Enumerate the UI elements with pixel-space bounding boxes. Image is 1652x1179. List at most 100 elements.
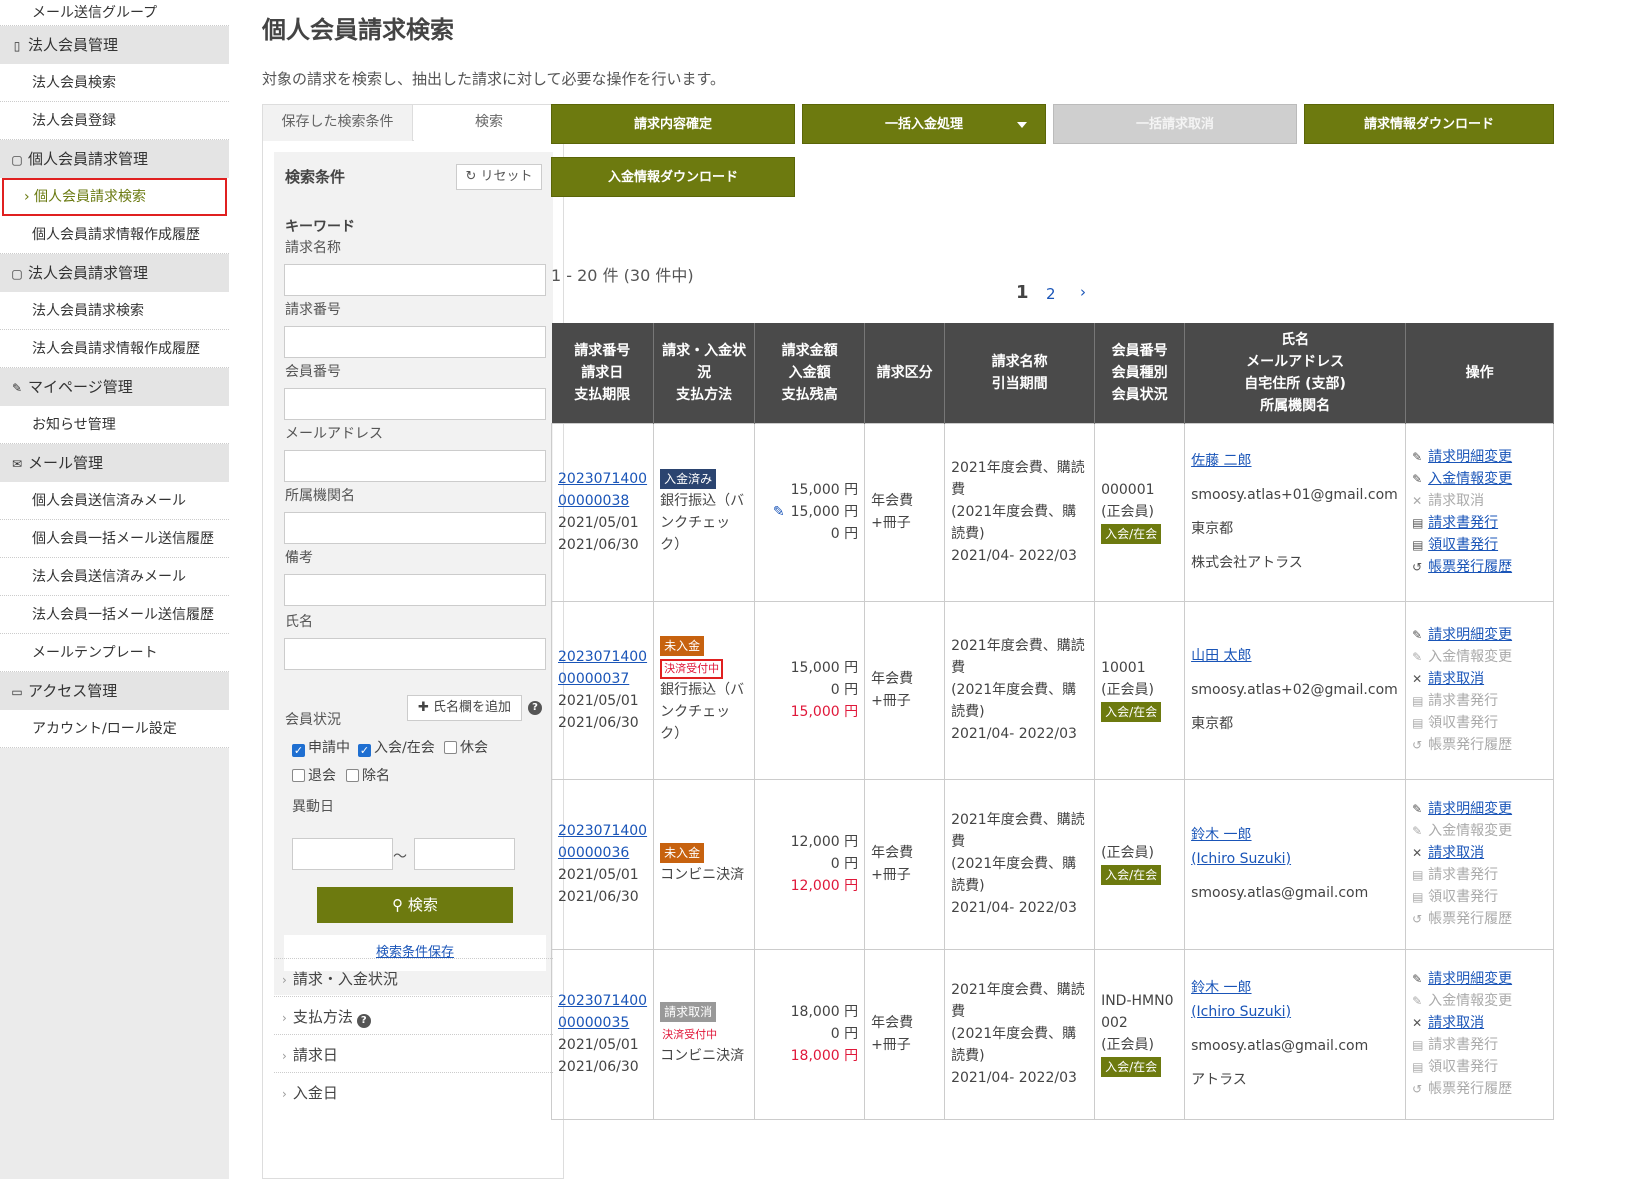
operation-label[interactable]: 請求取消 <box>1428 671 1484 687</box>
operation-label[interactable]: 請求取消 <box>1428 845 1484 861</box>
accordion-0[interactable]: › 請求・入金状況 <box>274 958 553 998</box>
field-label-5: 備考 <box>285 550 313 566</box>
sidebar-item-3[interactable]: 法人会員登録 <box>0 102 229 140</box>
reset-button[interactable]: ↻ リセット <box>456 164 542 190</box>
sidebar-section-4[interactable]: ▢ 個人会員請求管理 <box>0 140 229 178</box>
accordion-1[interactable]: › 支払方法? <box>274 996 553 1036</box>
sidebar-item-6[interactable]: 個人会員請求情報作成履歴 <box>0 216 229 254</box>
add-name-field-button[interactable]: ✚ 氏名欄を追加 <box>407 695 522 721</box>
status-checkbox-0[interactable]: ✓ 申請中 <box>292 737 350 757</box>
sidebar-section-7[interactable]: ▢ 法人会員請求管理 <box>0 254 229 292</box>
sidebar-item-5[interactable]: › 個人会員請求検索 <box>2 178 227 216</box>
operation-2[interactable]: ✕ 請求取消 <box>1412 1012 1547 1034</box>
change-date-to-input[interactable] <box>414 838 515 870</box>
bulk-payment-button[interactable]: 一括入金処理 <box>802 104 1046 144</box>
bulk-cancel-button[interactable]: 一括請求取消 <box>1053 104 1297 144</box>
invoice-number-part[interactable]: 2023071400 <box>558 646 647 668</box>
person-name-link[interactable]: 鈴木 一郎 <box>1191 823 1399 847</box>
field-input-0[interactable] <box>284 264 546 296</box>
search-button[interactable]: ⚲ 検索 <box>317 887 513 923</box>
help-icon[interactable]: ? <box>356 1014 371 1028</box>
change-date-from-input[interactable] <box>292 838 393 870</box>
invoice-number-part[interactable]: 00000035 <box>558 1012 647 1034</box>
operation-label[interactable]: 請求取消 <box>1428 1015 1484 1031</box>
invoice-number-link[interactable]: 2023071400 00000037 <box>558 646 647 690</box>
invoice-number-link[interactable]: 2023071400 00000035 <box>558 990 647 1034</box>
invoice-number-part[interactable]: 2023071400 <box>558 990 647 1012</box>
operation-label[interactable]: 帳票発行履歴 <box>1428 559 1512 575</box>
field-input-6[interactable] <box>284 638 546 670</box>
operation-2[interactable]: ✕ 請求取消 <box>1412 842 1547 864</box>
checkbox-icon[interactable]: ✓ <box>358 744 371 757</box>
next-page-chevron-icon[interactable]: › <box>1080 283 1086 301</box>
person-name-en-link[interactable]: (Ichiro Suzuki) <box>1191 1000 1399 1024</box>
field-input-3[interactable] <box>284 450 546 482</box>
sidebar-item-14[interactable]: 個人会員一括メール送信履歴 <box>0 520 229 558</box>
operation-4[interactable]: ▤ 領収書発行 <box>1412 534 1547 556</box>
sidebar-item-13[interactable]: 個人会員送信済みメール <box>0 482 229 520</box>
sidebar-section-1[interactable]: ▯ 法人会員管理 <box>0 26 229 64</box>
operation-1[interactable]: ✎ 入金情報変更 <box>1412 468 1547 490</box>
sidebar-section-18[interactable]: ▭ アクセス管理 <box>0 672 229 710</box>
sidebar-item-11[interactable]: お知らせ管理 <box>0 406 229 444</box>
field-input-1[interactable] <box>284 326 546 358</box>
checkbox-icon[interactable]: ✓ <box>292 744 305 757</box>
tab-search[interactable]: 検索 <box>414 105 564 142</box>
person-name-link[interactable]: 鈴木 一郎 <box>1191 976 1399 1000</box>
invoice-number-link[interactable]: 2023071400 00000038 <box>558 468 647 512</box>
status-checkbox-1[interactable]: ✓ 入会/在会 <box>358 737 435 757</box>
sidebar-item-16[interactable]: 法人会員一括メール送信履歴 <box>0 596 229 634</box>
download-invoice-button[interactable]: 請求情報ダウンロード <box>1304 104 1554 144</box>
invoice-number-part[interactable]: 00000038 <box>558 490 647 512</box>
field-input-2[interactable] <box>284 388 546 420</box>
confirm-invoice-button[interactable]: 請求内容確定 <box>551 104 795 144</box>
edit-icon[interactable]: ✎ <box>773 504 785 520</box>
field-input-5[interactable] <box>284 574 546 606</box>
checkbox-icon[interactable] <box>444 741 457 754</box>
checkbox-icon[interactable] <box>346 769 359 782</box>
invoice-number-part[interactable]: 2023071400 <box>558 468 647 490</box>
operation-label[interactable]: 請求書発行 <box>1428 515 1498 531</box>
operation-label[interactable]: 請求明細変更 <box>1428 449 1512 465</box>
operation-2[interactable]: ✕ 請求取消 <box>1412 668 1547 690</box>
operation-label[interactable]: 領収書発行 <box>1428 537 1498 553</box>
invoice-number-part[interactable]: 00000036 <box>558 842 647 864</box>
page-2[interactable]: 2 <box>1046 285 1056 303</box>
sidebar-item-15[interactable]: 法人会員送信済みメール <box>0 558 229 596</box>
tab-saved-conditions[interactable]: 保存した検索条件 <box>263 105 413 141</box>
sidebar-item-9[interactable]: 法人会員請求情報作成履歴 <box>0 330 229 368</box>
sidebar-section-12[interactable]: ✉ メール管理 <box>0 444 229 482</box>
field-input-4[interactable] <box>284 512 546 544</box>
status-checkbox-4[interactable]: 除名 <box>346 765 390 785</box>
person-name-en-link[interactable]: (Ichiro Suzuki) <box>1191 847 1399 871</box>
person-name-link[interactable]: 佐藤 二郎 <box>1191 449 1399 473</box>
operation-0[interactable]: ✎ 請求明細変更 <box>1412 446 1547 468</box>
sidebar-section-10[interactable]: ✎ マイページ管理 <box>0 368 229 406</box>
sidebar-item-0[interactable]: メール送信グループ <box>0 0 229 26</box>
accordion-3[interactable]: › 入金日 <box>274 1072 553 1112</box>
invoice-number-part[interactable]: 00000037 <box>558 668 647 690</box>
operation-label[interactable]: 請求明細変更 <box>1428 801 1512 817</box>
checkbox-icon[interactable] <box>292 769 305 782</box>
sidebar-item-19[interactable]: アカウント/ロール設定 <box>0 710 229 748</box>
download-payment-button[interactable]: 入金情報ダウンロード <box>551 157 795 197</box>
operation-0[interactable]: ✎ 請求明細変更 <box>1412 968 1547 990</box>
operation-label[interactable]: 入金情報変更 <box>1428 471 1512 487</box>
invoice-number-part[interactable]: 2023071400 <box>558 820 647 842</box>
status-checkbox-2[interactable]: 休会 <box>444 737 488 757</box>
help-icon[interactable]: ? <box>528 701 542 715</box>
operation-0[interactable]: ✎ 請求明細変更 <box>1412 798 1547 820</box>
sidebar-item-2[interactable]: 法人会員検索 <box>0 64 229 102</box>
sidebar-item-8[interactable]: 法人会員請求検索 <box>0 292 229 330</box>
person-name-link[interactable]: 山田 太郎 <box>1191 644 1399 668</box>
operation-label[interactable]: 請求明細変更 <box>1428 627 1512 643</box>
accordion-2[interactable]: › 請求日 <box>274 1034 553 1074</box>
status-checkbox-3[interactable]: 退会 <box>292 765 336 785</box>
operation-0[interactable]: ✎ 請求明細変更 <box>1412 624 1547 646</box>
invoice-number-link[interactable]: 2023071400 00000036 <box>558 820 647 864</box>
operation-label[interactable]: 請求明細変更 <box>1428 971 1512 987</box>
sidebar-item-17[interactable]: メールテンプレート <box>0 634 229 672</box>
operation-5[interactable]: ↺ 帳票発行履歴 <box>1412 556 1547 578</box>
page-1[interactable]: 1 <box>1016 282 1029 303</box>
operation-3[interactable]: ▤ 請求書発行 <box>1412 512 1547 534</box>
